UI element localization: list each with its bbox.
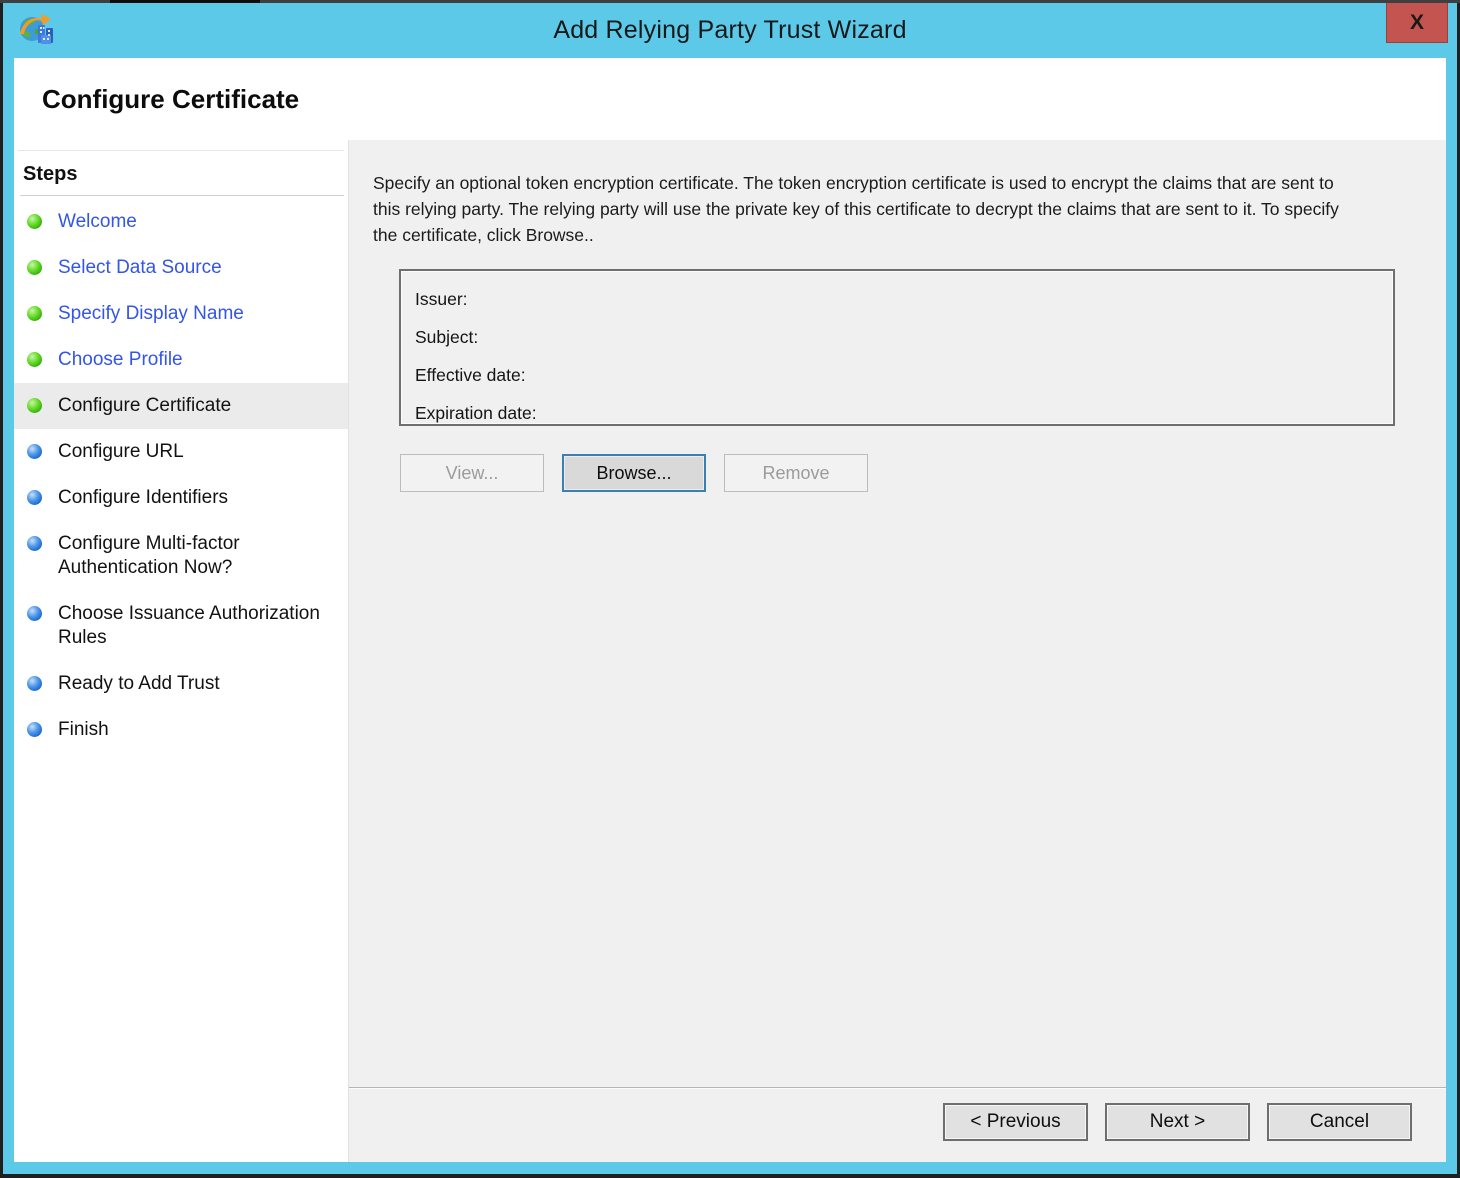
sidebar-item-select-data-source[interactable]: Select Data Source — [14, 245, 348, 291]
view-button: View... — [400, 454, 544, 492]
close-button[interactable]: X — [1386, 3, 1448, 43]
step-done-bullet-icon — [27, 352, 42, 367]
next-button[interactable]: Next > — [1105, 1103, 1250, 1141]
instruction-text: Specify an optional token encryption cer… — [373, 173, 1339, 245]
sidebar-item-configure-identifiers: Configure Identifiers — [14, 475, 348, 521]
step-pending-bullet-icon — [27, 676, 42, 691]
titlebar: Add Relying Party Trust Wizard X — [3, 3, 1457, 58]
step-label: Finish — [58, 719, 109, 740]
sidebar-item-configure-certificate[interactable]: Configure Certificate — [14, 383, 348, 429]
step-label: Configure URL — [58, 441, 184, 462]
window-title: Add Relying Party Trust Wizard — [553, 16, 907, 44]
main-content: Specify an optional token encryption cer… — [349, 140, 1446, 1087]
wizard-window: Add Relying Party Trust Wizard X Configu… — [3, 3, 1457, 1174]
step-label: Configure Certificate — [58, 395, 232, 416]
step-done-bullet-icon — [27, 214, 42, 229]
cancel-button[interactable]: Cancel — [1267, 1103, 1412, 1141]
page-title: Configure Certificate — [42, 83, 300, 114]
step-label: Select Data Source — [58, 257, 222, 278]
browse-button[interactable]: Browse... — [562, 454, 706, 492]
main-panel: Specify an optional token encryption cer… — [348, 140, 1446, 1162]
sidebar-item-finish: Finish — [14, 707, 348, 753]
sidebar-item-configure-url: Configure URL — [14, 429, 348, 475]
steps-divider — [20, 195, 344, 196]
step-label: Choose Issuance Authorization Rules — [58, 603, 320, 648]
sidebar-item-choose-issuance-rules: Choose Issuance Authorization Rules — [14, 591, 348, 661]
step-label: Configure Identifiers — [58, 487, 229, 508]
step-pending-bullet-icon — [27, 722, 42, 737]
certificate-expiration-date-label: Expiration date: — [415, 403, 537, 423]
steps-top-divider — [18, 150, 344, 151]
page-header: Configure Certificate — [14, 58, 1446, 140]
certificate-subject-label: Subject: — [415, 327, 479, 347]
wizard-footer: < Previous Next > Cancel — [349, 1087, 1446, 1162]
sidebar-item-welcome[interactable]: Welcome — [14, 199, 348, 245]
step-label: Choose Profile — [58, 349, 183, 370]
sidebar-item-configure-mfa: Configure Multi-factor Authentication No… — [14, 521, 348, 591]
steps-list: Welcome Select Data Source Specify Displ… — [14, 199, 348, 753]
step-pending-bullet-icon — [27, 444, 42, 459]
close-icon: X — [1409, 10, 1424, 34]
sidebar-item-specify-display-name[interactable]: Specify Display Name — [14, 291, 348, 337]
step-label: Welcome — [58, 211, 137, 232]
step-done-bullet-icon — [27, 398, 42, 413]
window-body: Configure Certificate Steps Welcome Sele… — [14, 58, 1446, 1162]
step-label: Specify Display Name — [58, 303, 244, 324]
remove-button: Remove — [724, 454, 868, 492]
certificate-details-box: Issuer: Subject: Effective date: Expirat… — [399, 269, 1395, 426]
step-label: Configure Multi-factor Authentication No… — [58, 533, 240, 578]
step-label: Ready to Add Trust — [58, 673, 220, 694]
certificate-actions: View... Browse... Remove — [400, 454, 1422, 492]
previous-button[interactable]: < Previous — [943, 1103, 1088, 1141]
step-done-bullet-icon — [27, 260, 42, 275]
steps-heading: Steps — [23, 163, 78, 185]
certificate-issuer-label: Issuer: — [415, 289, 468, 309]
certificate-effective-date-label: Effective date: — [415, 365, 526, 385]
sidebar-item-choose-profile[interactable]: Choose Profile — [14, 337, 348, 383]
step-pending-bullet-icon — [27, 490, 42, 505]
step-pending-bullet-icon — [27, 606, 42, 621]
step-pending-bullet-icon — [27, 536, 42, 551]
sidebar-item-ready-to-add-trust: Ready to Add Trust — [14, 661, 348, 707]
step-done-bullet-icon — [27, 306, 42, 321]
steps-sidebar: Steps Welcome Select Data Source Specify… — [14, 140, 348, 1162]
